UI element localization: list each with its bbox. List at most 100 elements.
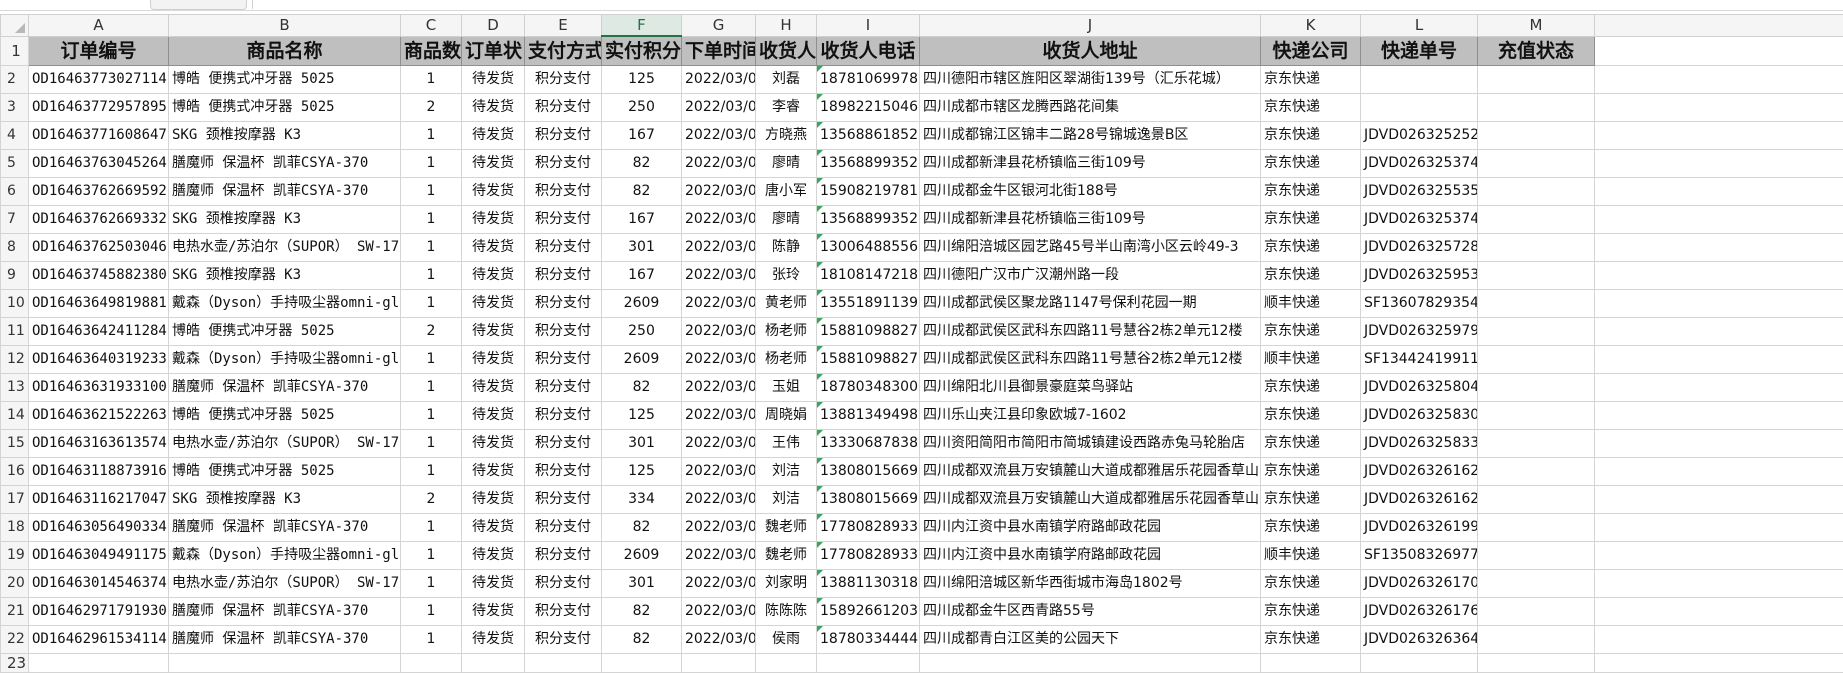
column-header-m[interactable]: M: [1478, 15, 1595, 37]
quantity-cell[interactable]: 1: [401, 178, 462, 206]
column-header-l[interactable]: L: [1361, 15, 1478, 37]
recharge-status-cell[interactable]: [1478, 430, 1595, 458]
order-status-cell[interactable]: 待发货: [462, 374, 525, 402]
empty-cell[interactable]: [1595, 430, 1843, 458]
recipient-name-cell[interactable]: 杨老师: [756, 318, 817, 346]
recipient-address-cell[interactable]: 四川成都锦江区锦丰二路28号锦城逸景B区: [920, 122, 1261, 150]
tracking-number-cell[interactable]: JDVD02632616257: [1361, 458, 1478, 486]
product-name-cell[interactable]: 膳魔师 保温杯 凯菲CSYA-370: [169, 514, 401, 542]
empty-cell[interactable]: [1595, 66, 1843, 94]
points-cell[interactable]: 301: [602, 570, 682, 598]
express-company-cell[interactable]: 京东快递: [1261, 486, 1361, 514]
recipient-address-cell[interactable]: 四川成都武侯区武科东四路11号慧谷2栋2单元12楼: [920, 318, 1261, 346]
empty-cell[interactable]: [602, 654, 682, 673]
order-status-cell[interactable]: 待发货: [462, 94, 525, 122]
express-company-cell[interactable]: 京东快递: [1261, 206, 1361, 234]
order-status-cell[interactable]: 待发货: [462, 626, 525, 654]
order-date-cell[interactable]: 2022/03/04: [682, 374, 756, 402]
product-name-cell[interactable]: SKG 颈椎按摩器 K3: [169, 122, 401, 150]
empty-cell[interactable]: [401, 654, 462, 673]
empty-cell[interactable]: [1361, 654, 1478, 673]
recipient-name-cell[interactable]: 刘家明: [756, 570, 817, 598]
payment-method-cell[interactable]: 积分支付: [525, 626, 602, 654]
quantity-cell[interactable]: 1: [401, 458, 462, 486]
order-date-cell[interactable]: 2022/03/03: [682, 514, 756, 542]
order-id-cell[interactable]: OD16463642411284: [29, 318, 169, 346]
row-number[interactable]: 10: [1, 290, 29, 318]
recipient-phone-cell[interactable]: 13568899352: [817, 150, 920, 178]
express-company-cell[interactable]: 顺丰快递: [1261, 542, 1361, 570]
tracking-number-cell[interactable]: SF1344241991135: [1361, 346, 1478, 374]
points-cell[interactable]: 82: [602, 178, 682, 206]
tracking-number-cell[interactable]: JDVD02632597983: [1361, 318, 1478, 346]
tracking-number-cell[interactable]: SF1360782935469: [1361, 290, 1478, 318]
empty-cell[interactable]: [1595, 570, 1843, 598]
row-number[interactable]: 6: [1, 178, 29, 206]
recharge-status-cell[interactable]: [1478, 150, 1595, 178]
quantity-cell[interactable]: 1: [401, 262, 462, 290]
quantity-cell[interactable]: 1: [401, 346, 462, 374]
points-cell[interactable]: 250: [602, 94, 682, 122]
payment-method-cell[interactable]: 积分支付: [525, 234, 602, 262]
column-header-d[interactable]: D: [462, 15, 525, 37]
formula-bar-fragment[interactable]: [252, 0, 1843, 9]
recipient-phone-cell[interactable]: 13006488556: [817, 234, 920, 262]
payment-method-cell[interactable]: 积分支付: [525, 122, 602, 150]
payment-method-cell[interactable]: 积分支付: [525, 178, 602, 206]
order-status-cell[interactable]: 待发货: [462, 598, 525, 626]
recipient-address-cell[interactable]: 四川成都青白江区美的公园天下: [920, 626, 1261, 654]
empty-cell[interactable]: [756, 654, 817, 673]
empty-cell[interactable]: [1595, 318, 1843, 346]
quantity-cell[interactable]: 1: [401, 122, 462, 150]
row-number[interactable]: 12: [1, 346, 29, 374]
empty-cell[interactable]: [1595, 486, 1843, 514]
recipient-name-cell[interactable]: 唐小军: [756, 178, 817, 206]
row-number[interactable]: 8: [1, 234, 29, 262]
quantity-cell[interactable]: 1: [401, 374, 462, 402]
empty-cell[interactable]: [1595, 122, 1843, 150]
points-cell[interactable]: 167: [602, 122, 682, 150]
header-cell[interactable]: 商品名称: [169, 36, 401, 66]
row-number[interactable]: 14: [1, 402, 29, 430]
recipient-phone-cell[interactable]: 18780348300: [817, 374, 920, 402]
empty-cell[interactable]: [525, 654, 602, 673]
empty-cell[interactable]: [920, 654, 1261, 673]
quantity-cell[interactable]: 1: [401, 234, 462, 262]
header-cell[interactable]: 下单时间: [682, 36, 756, 66]
recipient-address-cell[interactable]: 四川成都金牛区银河北街188号: [920, 178, 1261, 206]
quantity-cell[interactable]: 2: [401, 318, 462, 346]
tracking-number-cell[interactable]: [1361, 66, 1478, 94]
order-date-cell[interactable]: 2022/03/04: [682, 234, 756, 262]
order-status-cell[interactable]: 待发货: [462, 122, 525, 150]
recipient-name-cell[interactable]: 陈陈陈: [756, 598, 817, 626]
order-date-cell[interactable]: 2022/03/03: [682, 570, 756, 598]
quantity-cell[interactable]: 1: [401, 402, 462, 430]
column-header-a[interactable]: A: [29, 15, 169, 37]
tracking-number-cell[interactable]: JDVD02632525204: [1361, 122, 1478, 150]
tracking-number-cell[interactable]: JDVD02632619919: [1361, 514, 1478, 542]
empty-cell[interactable]: [1595, 178, 1843, 206]
recipient-phone-cell[interactable]: 13330687838: [817, 430, 920, 458]
row-number[interactable]: 20: [1, 570, 29, 598]
header-cell[interactable]: 商品数: [401, 36, 462, 66]
order-date-cell[interactable]: 2022/03/04: [682, 206, 756, 234]
product-name-cell[interactable]: 戴森（Dyson）手持吸尘器omni-glide: [169, 542, 401, 570]
order-id-cell[interactable]: OD16463763045264: [29, 150, 169, 178]
order-status-cell[interactable]: 待发货: [462, 570, 525, 598]
empty-cell[interactable]: [1595, 514, 1843, 542]
recipient-phone-cell[interactable]: 13568899352: [817, 206, 920, 234]
payment-method-cell[interactable]: 积分支付: [525, 66, 602, 94]
recipient-address-cell[interactable]: 四川成都武侯区聚龙路1147号保利花园一期: [920, 290, 1261, 318]
express-company-cell[interactable]: 顺丰快递: [1261, 346, 1361, 374]
recipient-address-cell[interactable]: 四川内江资中县水南镇学府路邮政花园: [920, 514, 1261, 542]
row-number[interactable]: 9: [1, 262, 29, 290]
express-company-cell[interactable]: 京东快递: [1261, 374, 1361, 402]
column-header-c[interactable]: C: [401, 15, 462, 37]
quantity-cell[interactable]: 2: [401, 94, 462, 122]
order-date-cell[interactable]: 2022/03/04: [682, 66, 756, 94]
express-company-cell[interactable]: 京东快递: [1261, 234, 1361, 262]
tracking-number-cell[interactable]: JDVD02632572813: [1361, 234, 1478, 262]
order-date-cell[interactable]: 2022/03/04: [682, 290, 756, 318]
express-company-cell[interactable]: 京东快递: [1261, 402, 1361, 430]
quantity-cell[interactable]: 1: [401, 430, 462, 458]
